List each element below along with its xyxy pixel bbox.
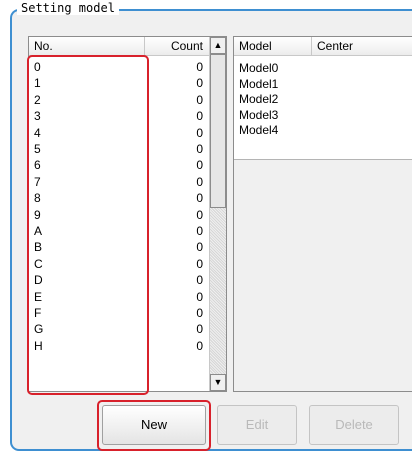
model-row[interactable]: Model2 <box>239 92 278 107</box>
vertical-scrollbar[interactable]: ▲ ▼ <box>209 37 226 391</box>
list-item-no: 7 <box>34 174 41 189</box>
group-title: Setting model <box>17 1 119 15</box>
list-item-count: 0 <box>196 174 203 189</box>
column-header-center[interactable]: Center <box>312 37 412 55</box>
list-item-count: 0 <box>196 207 203 222</box>
list-item-no: 6 <box>34 158 41 173</box>
list-item-count: 0 <box>196 306 203 320</box>
model-row[interactable]: Model1 <box>239 77 278 92</box>
column-header-count[interactable]: Count <box>145 37 210 55</box>
list-item[interactable]: 20 <box>29 92 210 108</box>
list-item-no: E <box>34 289 43 304</box>
list-item-count: 0 <box>196 191 203 206</box>
list-item[interactable]: 80 <box>29 190 210 206</box>
scroll-up-icon[interactable]: ▲ <box>210 37 226 54</box>
list-item[interactable]: F0 <box>29 305 210 321</box>
list-item-no: 1 <box>34 76 41 91</box>
list-item-count: 0 <box>196 158 203 173</box>
list-item[interactable]: C0 <box>29 256 210 272</box>
list-item[interactable]: B0 <box>29 239 210 255</box>
list-item-no: B <box>34 240 43 255</box>
list-item-count: 0 <box>196 92 203 107</box>
list-item-count: 0 <box>196 224 203 238</box>
list-item-no: 0 <box>34 60 41 74</box>
number-count-list[interactable]: No. Count 00102030405060708090A0B0C0D0E0… <box>28 36 227 392</box>
list-item-no: 8 <box>34 191 41 206</box>
model-table-header: Model Center <box>234 37 412 56</box>
edit-button[interactable]: Edit <box>217 405 297 445</box>
model-row[interactable]: Model3 <box>239 108 278 123</box>
list-item[interactable]: 10 <box>29 75 210 91</box>
model-row[interactable]: Model0 <box>239 61 278 76</box>
list-item[interactable]: D0 <box>29 272 210 288</box>
list-item[interactable]: 70 <box>29 174 210 190</box>
scroll-thumb[interactable] <box>210 54 226 208</box>
list-item-no: C <box>34 256 43 271</box>
list-item-count: 0 <box>196 142 203 156</box>
list-item-count: 0 <box>196 338 203 353</box>
list-item[interactable]: H0 <box>29 338 210 354</box>
list-item-count: 0 <box>196 60 203 74</box>
list-item[interactable]: 50 <box>29 141 210 157</box>
list-item-no: 2 <box>34 92 41 107</box>
list-header: No. Count <box>29 37 210 56</box>
list-item[interactable]: E0 <box>29 289 210 305</box>
list-item-count: 0 <box>196 240 203 255</box>
list-item-no: G <box>34 322 44 337</box>
list-item-count: 0 <box>196 125 203 140</box>
list-item[interactable]: 40 <box>29 125 210 141</box>
list-item[interactable]: 00 <box>29 59 210 75</box>
model-table[interactable]: Model Center Model0 Model1 Model2 Model3 Mod… <box>233 36 412 392</box>
scroll-down-icon[interactable]: ▼ <box>210 374 226 391</box>
column-header-model[interactable]: Model <box>234 37 312 55</box>
list-item-no: 9 <box>34 207 41 222</box>
list-item[interactable]: G0 <box>29 321 210 337</box>
delete-button[interactable]: Delete <box>309 405 399 445</box>
column-header-no[interactable]: No. <box>29 37 145 55</box>
model-row[interactable]: Model4 <box>239 123 278 138</box>
list-item-no: D <box>34 273 43 288</box>
list-item-count: 0 <box>196 322 203 337</box>
list-item-count: 0 <box>196 109 203 124</box>
list-item[interactable]: 30 <box>29 108 210 124</box>
list-item-no: 3 <box>34 109 41 124</box>
list-item-count: 0 <box>196 289 203 304</box>
new-button[interactable]: New <box>102 405 206 445</box>
list-item-no: 5 <box>34 142 41 156</box>
list-item[interactable]: 60 <box>29 157 210 173</box>
list-item[interactable]: 90 <box>29 207 210 223</box>
list-item[interactable]: A0 <box>29 223 210 239</box>
list-item-count: 0 <box>196 76 203 91</box>
list-item-no: F <box>34 306 42 320</box>
list-item-count: 0 <box>196 256 203 271</box>
list-item-no: H <box>34 338 43 353</box>
list-item-count: 0 <box>196 273 203 288</box>
list-item-no: 4 <box>34 125 41 140</box>
list-item-no: A <box>34 224 43 238</box>
